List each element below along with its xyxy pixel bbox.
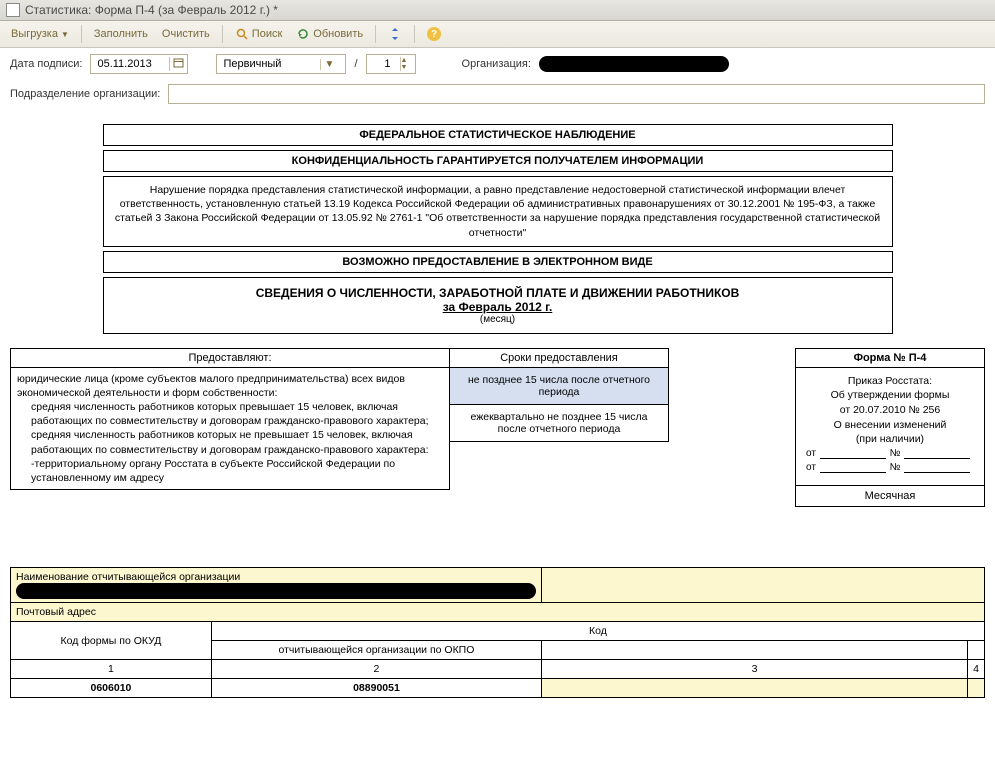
provide-p4: -территориальному органу Росстата в субъ… [17,457,443,485]
order-l5: (при наличии) [802,432,978,447]
provide-p2: средняя численность работников которых п… [17,400,443,428]
code-col3 [542,641,968,660]
banner-confidential: КОНФИДЕНЦИАЛЬНОСТЬ ГАРАНТИРУЕТСЯ ПОЛУЧАТ… [103,150,893,172]
clear-button[interactable]: Очистить [157,26,215,42]
okud-value: 0606010 [11,679,212,698]
dropdown-icon[interactable]: ▼ [320,59,334,70]
calendar-icon[interactable] [169,57,183,71]
order-l2: Об утверждении формы [802,388,978,403]
deadline-panel: Сроки предоставления не позднее 15 числа… [449,348,669,442]
changes-row-2: от№ [802,461,978,475]
document-area: ФЕДЕРАЛЬНОЕ СТАТИСТИЧЕСКОЕ НАБЛЮДЕНИЕ КО… [0,112,995,706]
toolbar: Выгрузка▼ Заполнить Очистить Поиск Обнов… [0,21,995,48]
code3-value[interactable] [542,679,968,698]
copy-input[interactable]: ▲▼ [366,54,416,74]
banner-title: СВЕДЕНИЯ О ЧИСЛЕННОСТИ, ЗАРАБОТНОЙ ПЛАТЕ… [103,277,893,334]
banner-legal: Нарушение порядка представления статисти… [103,176,893,247]
type-field[interactable] [221,57,316,71]
subdiv-label: Подразделение организации: [10,88,160,100]
expand-button[interactable] [383,25,407,43]
org-label: Организация: [462,58,531,70]
refresh-icon [296,27,310,41]
type-select[interactable]: ▼ [216,54,346,74]
date-field[interactable] [95,57,165,71]
colnum-3: 3 [542,660,968,679]
order-l4: О внесении изменений [802,418,978,433]
org-name-redacted [16,583,536,599]
org-table: Наименование отчитывающейся организации … [10,567,985,698]
code4-value[interactable] [968,679,985,698]
deadline-head: Сроки предоставления [450,349,668,368]
upload-button[interactable]: Выгрузка▼ [6,26,74,42]
subdiv-row: Подразделение организации: [0,80,995,112]
address-label: Почтовый адрес [11,603,985,622]
deadline-1[interactable]: не позднее 15 числа после отчетного пери… [450,368,668,405]
colnum-2: 2 [211,660,541,679]
separator [81,25,82,43]
banner-electronic: ВОЗМОЖНО ПРЕДОСТАВЛЕНИЕ В ЭЛЕКТРОННОМ ВИ… [103,251,893,273]
separator [375,25,376,43]
provide-panel: Предоставляют: юридические лица (кроме с… [10,348,450,490]
code-head: Код [211,622,984,641]
changes-row-1: от№ [802,447,978,461]
order-l1: Приказ Росстата: [802,374,978,389]
separator [222,25,223,43]
subdiv-input[interactable] [168,84,985,104]
separator [414,25,415,43]
okud-head: Код формы по ОКУД [11,622,212,660]
form-info-head: Форма № П-4 [796,349,984,368]
okpo-head: отчитывающейся организации по ОКПО [211,641,541,660]
refresh-button[interactable]: Обновить [291,25,368,43]
code-col4 [968,641,985,660]
app-icon [6,3,20,17]
org-value-redacted [539,56,729,72]
search-icon [235,27,249,41]
periodicity: Месячная [796,485,984,506]
copy-field[interactable] [371,57,393,71]
help-button[interactable]: ? [422,25,446,43]
window-title-bar: Статистика: Форма П-4 (за Февраль 2012 г… [0,0,995,21]
title-sub: (месяц) [112,314,884,325]
title-period: за Февраль 2012 г. [112,300,884,314]
window-title: Статистика: Форма П-4 (за Февраль 2012 г… [25,3,278,17]
date-label: Дата подписи: [10,58,82,70]
provide-p1: юридические лица (кроме субъектов малого… [17,372,443,400]
okpo-value: 08890051 [211,679,541,698]
deadline-2: ежеквартально не позднее 15 числа после … [450,405,668,441]
info-row: Предоставляют: юридические лица (кроме с… [10,348,985,507]
search-button[interactable]: Поиск [230,25,287,43]
header-form-row: Дата подписи: ▼ / ▲▼ Организация: [0,48,995,80]
slash-label: / [354,58,357,70]
provide-head: Предоставляют: [11,349,449,368]
date-input[interactable] [90,54,188,74]
colnum-1: 1 [11,660,212,679]
banner-federal: ФЕДЕРАЛЬНОЕ СТАТИСТИЧЕСКОЕ НАБЛЮДЕНИЕ [103,124,893,146]
provide-p3: средняя численность работников которых н… [17,428,443,456]
form-info-panel: Форма № П-4 Приказ Росстата: Об утвержде… [795,348,985,507]
spinner[interactable]: ▲▼ [400,57,408,71]
help-icon: ? [427,27,441,41]
org-name-label: Наименование отчитывающейся организации [11,568,542,603]
fill-button[interactable]: Заполнить [89,26,153,42]
order-l3: от 20.07.2010 № 256 [802,403,978,418]
title-line1: СВЕДЕНИЯ О ЧИСЛЕННОСТИ, ЗАРАБОТНОЙ ПЛАТЕ… [112,286,884,300]
arrows-vertical-icon [388,27,402,41]
colnum-4: 4 [968,660,985,679]
